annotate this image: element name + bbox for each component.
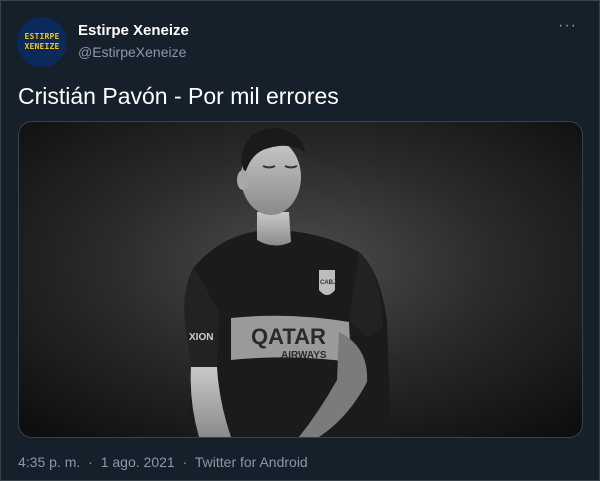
separator-dot: ·: [182, 454, 188, 470]
more-options-icon[interactable]: ···: [558, 17, 577, 35]
tweet-metadata: 4:35 p. m. · 1 ago. 2021 · Twitter for A…: [18, 454, 308, 470]
tweet-text: Cristián Pavón - Por mil errores: [18, 83, 339, 109]
player-photo-illustration: QATAR AIRWAYS XION CABJ: [19, 122, 582, 437]
separator-dot: ·: [88, 454, 93, 470]
avatar[interactable]: ESTIRPE XENEIZE: [17, 17, 67, 67]
sleeve-sponsor: XION: [189, 332, 213, 343]
display-name[interactable]: Estirpe Xeneize: [78, 22, 189, 39]
tweet-card: ESTIRPE XENEIZE Estirpe Xeneize @Estirpe…: [0, 0, 600, 481]
tweet-photo[interactable]: QATAR AIRWAYS XION CABJ: [18, 121, 583, 438]
jersey-crest: CABJ: [320, 280, 336, 286]
avatar-text-line2: XENEIZE: [24, 42, 60, 51]
jersey-sponsor-sub: AIRWAYS: [281, 350, 327, 361]
user-handle[interactable]: @EstirpeXeneize: [78, 44, 186, 60]
tweet-date[interactable]: 1 ago. 2021: [101, 454, 175, 470]
tweet-time[interactable]: 4:35 p. m.: [18, 454, 80, 470]
avatar-text-line1: ESTIRPE: [24, 32, 60, 41]
jersey-sponsor: QATAR: [251, 324, 326, 349]
tweet-source[interactable]: Twitter for Android: [195, 454, 308, 470]
